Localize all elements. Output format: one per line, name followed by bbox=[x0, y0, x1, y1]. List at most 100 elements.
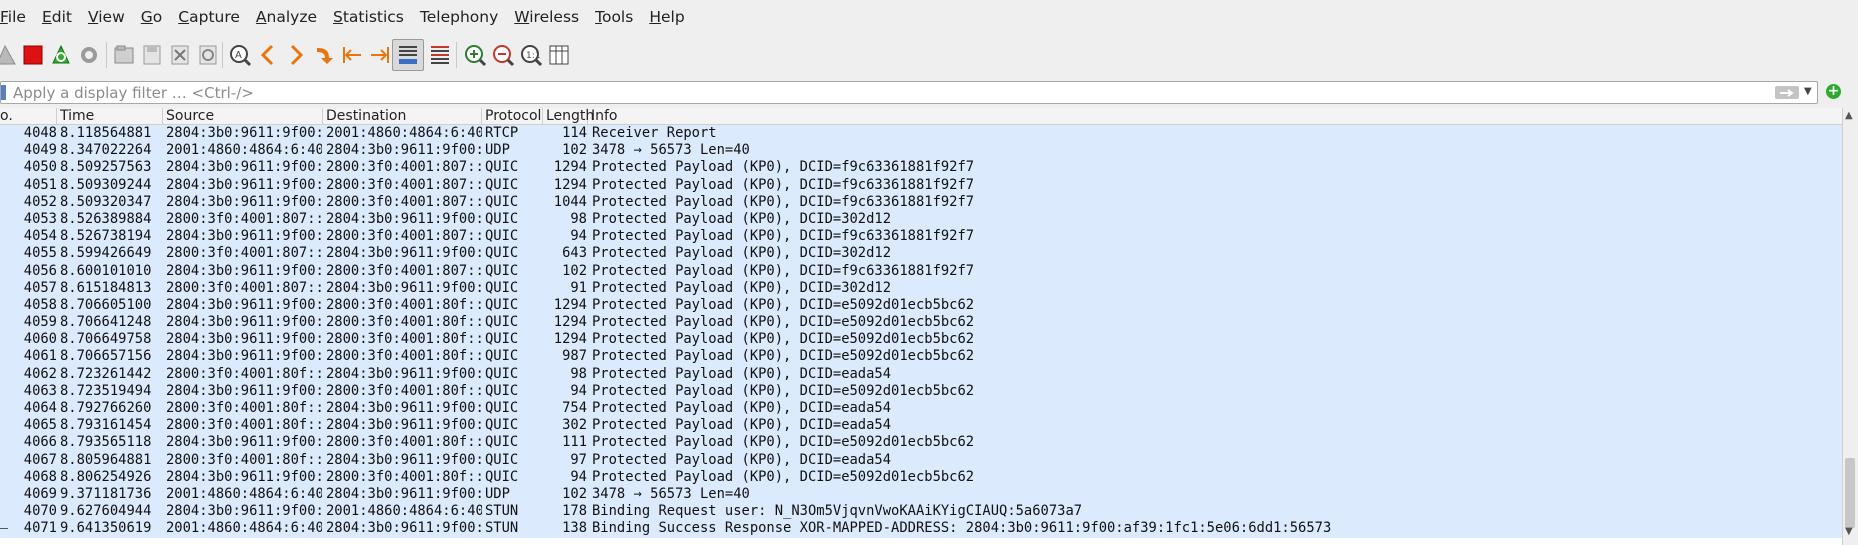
toolbar-separator bbox=[456, 42, 457, 68]
packet-source: 2804:3b0:9611:9f00:… bbox=[166, 331, 322, 348]
packet-protocol: QUIC bbox=[485, 400, 519, 416]
packet-protocol: QUIC bbox=[485, 193, 519, 210]
colorize-icon[interactable] bbox=[424, 39, 456, 71]
packet-length: 178 bbox=[562, 503, 587, 520]
menu-mnemonic: A bbox=[255, 8, 267, 26]
column-header-protocol[interactable]: Protocol bbox=[482, 108, 543, 124]
packet-row[interactable]: 4071 9.641350619 2001:4860:4864:6:40… 2804:… bbox=[0, 520, 1842, 538]
display-filter-input[interactable]: Apply a display filter … <Ctrl-/> ▼ bbox=[0, 81, 1818, 104]
menu-go[interactable]: Go bbox=[133, 8, 171, 26]
packet-row[interactable]: 4049 8.347022264 2001:4860:4864:6:40… 2804:… bbox=[0, 142, 1842, 160]
menu-tools[interactable]: Tools bbox=[587, 8, 641, 26]
menu-help[interactable]: Help bbox=[641, 8, 692, 26]
packet-row[interactable]: 4055 8.599426649 2800:3f0:4001:807::… 2804:… bbox=[0, 245, 1842, 263]
packet-length: 102 bbox=[562, 142, 587, 159]
packet-row[interactable]: 4053 8.526389884 2800:3f0:4001:807::… 2804:… bbox=[0, 210, 1842, 229]
packet-source: 2800:3f0:4001:80f::… bbox=[166, 417, 322, 434]
packet-time: 8.526738194 bbox=[60, 228, 152, 245]
menu-label-rest: ools bbox=[601, 8, 634, 26]
menu-mnemonic: G bbox=[140, 8, 153, 26]
packet-time: 8.509320347 bbox=[60, 193, 152, 210]
packet-list[interactable]: o. Time Source Destination Protocol Leng… bbox=[0, 108, 1858, 545]
packet-time: 8.806254926 bbox=[60, 468, 152, 485]
packet-row[interactable]: 4064 8.792766260 2800:3f0:4001:80f::… 2804:… bbox=[0, 400, 1842, 418]
packet-row[interactable]: 4052 8.509320347 2804:3b0:9611:9f00:… 2800:… bbox=[0, 193, 1842, 211]
packet-row[interactable]: 4068 8.806254926 2804:3b0:9611:9f00:… 2800:… bbox=[0, 468, 1842, 486]
column-header-info[interactable]: Info bbox=[588, 108, 1842, 124]
packet-destination: 2804:3b0:9611:9f00:… bbox=[326, 400, 482, 416]
scroll-down-arrow-icon[interactable]: ▼ bbox=[1845, 526, 1853, 537]
menu-label-rest: elp bbox=[660, 8, 685, 26]
packet-row[interactable]: 4063 8.723519494 2804:3b0:9611:9f00:… 2800:… bbox=[0, 382, 1842, 400]
packet-row[interactable]: 4060 8.706649758 2804:3b0:9611:9f00:… 2800:… bbox=[0, 331, 1842, 349]
scrollbar-thumb[interactable] bbox=[1845, 458, 1855, 528]
packet-destination: 2804:3b0:9611:9f00:… bbox=[326, 451, 482, 468]
capture-options-icon[interactable] bbox=[73, 39, 105, 71]
apply-filter-arrow-icon[interactable] bbox=[1775, 86, 1799, 99]
packet-info: Protected Payload (KP0), DCID=302d12 bbox=[592, 210, 892, 227]
resize-columns-icon[interactable] bbox=[543, 39, 575, 71]
packet-number: 4055 bbox=[23, 245, 57, 262]
packet-info: Protected Payload (KP0), DCID=f9c6336188… bbox=[592, 193, 975, 210]
packet-row[interactable]: 4056 8.600101010 2804:3b0:9611:9f00:… 2800:… bbox=[0, 262, 1842, 280]
packet-row[interactable]: 4070 9.627604944 2804:3b0:9611:9f00:… 2001:… bbox=[0, 503, 1842, 521]
menu-edit[interactable]: Edit bbox=[34, 8, 80, 26]
add-filter-button-icon[interactable]: + bbox=[1826, 84, 1841, 99]
menu-analyze[interactable]: Analyze bbox=[248, 8, 325, 26]
packet-row[interactable]: 4058 8.706605100 2804:3b0:9611:9f00:… 2800:… bbox=[0, 296, 1842, 315]
menu-telephony[interactable]: Telephony bbox=[412, 8, 506, 26]
packet-number: 4049 bbox=[23, 142, 57, 159]
filter-placeholder: Apply a display filter … <Ctrl-/> bbox=[13, 84, 254, 102]
reload-file-icon[interactable] bbox=[192, 39, 224, 71]
packet-row[interactable]: 4057 8.615184813 2800:3f0:4001:807::… 2804:… bbox=[0, 279, 1842, 297]
filter-bookmark-icon[interactable] bbox=[1, 85, 6, 100]
column-header-no[interactable]: o. bbox=[0, 108, 57, 124]
packet-number: 4056 bbox=[23, 262, 57, 279]
packet-info: Protected Payload (KP0), DCID=f9c6336188… bbox=[592, 176, 975, 193]
packet-destination: 2800:3f0:4001:80f::… bbox=[326, 434, 482, 451]
packet-destination: 2800:3f0:4001:80f::… bbox=[326, 382, 482, 399]
menu-capture[interactable]: Capture bbox=[170, 8, 248, 26]
filter-dropdown-icon[interactable]: ▼ bbox=[1804, 86, 1812, 97]
packet-length: 98 bbox=[570, 365, 587, 382]
packet-source: 2800:3f0:4001:807::… bbox=[166, 210, 322, 227]
menu-view[interactable]: View bbox=[80, 8, 133, 26]
column-header-destination[interactable]: Destination bbox=[323, 108, 482, 124]
vertical-scrollbar[interactable]: ▲ ▼ bbox=[1842, 108, 1858, 545]
menu-statistics[interactable]: Statistics bbox=[325, 8, 412, 26]
packet-row[interactable]: 4050 8.509257563 2804:3b0:9611:9f00:… 2800:… bbox=[0, 159, 1842, 177]
scroll-up-arrow-icon[interactable]: ▲ bbox=[1845, 110, 1853, 121]
packet-row[interactable]: 4059 8.706641248 2804:3b0:9611:9f00:… 2800:… bbox=[0, 314, 1842, 332]
menu-label-rest: o bbox=[152, 8, 163, 26]
toolbar-separator bbox=[222, 42, 223, 68]
packet-row[interactable]: 4051 8.509309244 2804:3b0:9611:9f00:… 2800:… bbox=[0, 176, 1842, 194]
menu-file[interactable]: File bbox=[0, 8, 34, 26]
auto-scroll-icon[interactable] bbox=[392, 39, 424, 71]
menu-mnemonic: W bbox=[514, 8, 530, 26]
packet-number: 4068 bbox=[23, 468, 57, 485]
packet-row[interactable]: 4061 8.706657156 2804:3b0:9611:9f00:… 2800:… bbox=[0, 348, 1842, 366]
packet-row[interactable]: 4065 8.793161454 2800:3f0:4001:80f::… 2804:… bbox=[0, 417, 1842, 435]
column-header-source[interactable]: Source bbox=[163, 108, 323, 124]
menu-wireless[interactable]: Wireless bbox=[506, 8, 587, 26]
packet-source: 2804:3b0:9611:9f00:… bbox=[166, 296, 322, 313]
column-header-length[interactable]: Length bbox=[543, 108, 594, 124]
packet-row[interactable]: 4048 8.118564881 2804:3b0:9611:9f00:… 2001:… bbox=[0, 125, 1842, 143]
packet-list-header: o. Time Source Destination Protocol Leng… bbox=[0, 108, 1842, 125]
packet-row[interactable]: 4054 8.526738194 2804:3b0:9611:9f00:… 2800:… bbox=[0, 228, 1842, 246]
packet-info: 3478 → 56573 Len=40 bbox=[592, 142, 750, 159]
packet-length: 302 bbox=[562, 417, 587, 434]
packet-row[interactable]: 4062 8.723261442 2800:3f0:4001:80f::… 2804:… bbox=[0, 365, 1842, 383]
packet-destination: 2001:4860:4864:6:40… bbox=[326, 125, 482, 141]
packet-row[interactable]: 4069 9.371181736 2001:4860:4864:6:40… 2804:… bbox=[0, 485, 1842, 504]
packet-row[interactable]: 4066 8.793565118 2804:3b0:9611:9f00:… 2800:… bbox=[0, 434, 1842, 452]
packet-info: Protected Payload (KP0), DCID=e5092d01ec… bbox=[592, 331, 975, 348]
packet-source: 2804:3b0:9611:9f00:… bbox=[166, 468, 322, 485]
packet-number: 4050 bbox=[23, 159, 57, 176]
packet-info: Protected Payload (KP0), DCID=eada54 bbox=[592, 400, 892, 416]
column-header-time[interactable]: Time bbox=[57, 108, 163, 124]
packet-destination: 2804:3b0:9611:9f00:… bbox=[326, 485, 482, 502]
packet-length: 138 bbox=[562, 520, 587, 537]
packet-number: 4062 bbox=[23, 365, 57, 382]
packet-row[interactable]: 4067 8.805964881 2800:3f0:4001:80f::… 2804:… bbox=[0, 451, 1842, 469]
